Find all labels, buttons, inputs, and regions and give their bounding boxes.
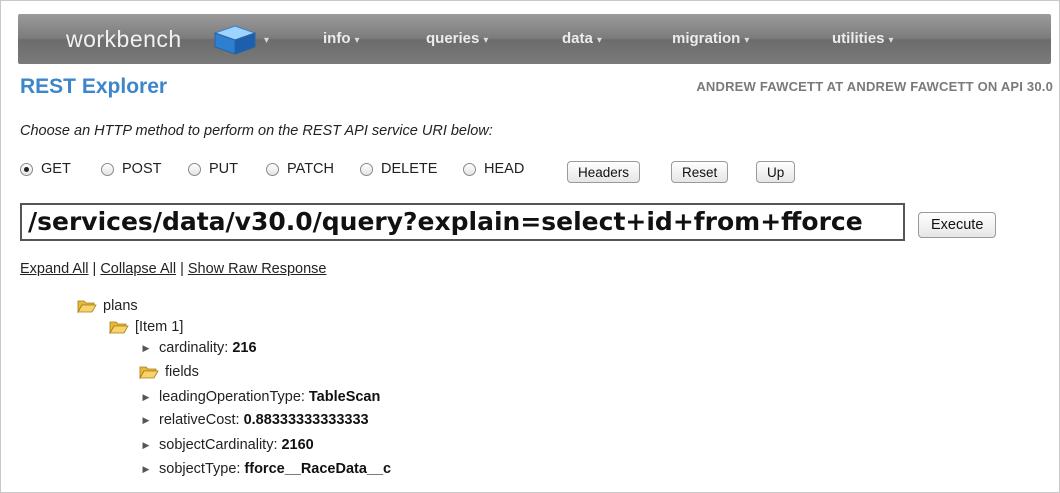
tree-node-cardinality[interactable]: ▶ cardinality: 216 bbox=[139, 340, 257, 356]
chevron-down-icon: ▾ bbox=[596, 35, 602, 46]
collapsed-arrow-icon: ▶ bbox=[142, 391, 150, 402]
tree-node-fields[interactable]: fields bbox=[139, 364, 199, 380]
method-get-radio[interactable]: GET bbox=[20, 161, 71, 177]
nav-queries-label: queries bbox=[426, 30, 480, 47]
tree-node-sobject-cardinality[interactable]: ▶ sobjectCardinality: 2160 bbox=[139, 437, 314, 453]
method-get-label: GET bbox=[41, 161, 71, 177]
page-title: REST Explorer bbox=[20, 75, 168, 98]
method-patch-label: PATCH bbox=[287, 161, 334, 177]
tree-key: relativeCost: bbox=[159, 412, 240, 428]
method-post-label: POST bbox=[122, 161, 162, 177]
nav-migration-label: migration bbox=[672, 30, 741, 47]
collapsed-arrow-icon: ▶ bbox=[142, 463, 150, 474]
execute-button[interactable]: Execute bbox=[918, 212, 997, 238]
radio-icon[interactable] bbox=[188, 162, 201, 176]
radio-icon[interactable] bbox=[463, 162, 476, 176]
radio-selected-icon[interactable] bbox=[20, 162, 33, 176]
tree-node-label: plans bbox=[103, 298, 138, 314]
method-delete-label: DELETE bbox=[381, 161, 438, 177]
nav-info-label: info bbox=[323, 30, 351, 47]
tree-key: leadingOperationType: bbox=[159, 389, 305, 405]
collapsed-arrow-icon: ▶ bbox=[142, 342, 150, 353]
tree-node-plans[interactable]: plans bbox=[77, 298, 138, 314]
chevron-down-icon: ▾ bbox=[744, 35, 750, 46]
tree-value: TableScan bbox=[308, 389, 381, 405]
method-head-radio[interactable]: HEAD bbox=[463, 161, 524, 177]
expand-all-link[interactable]: Expand All bbox=[20, 261, 89, 277]
folder-open-icon bbox=[109, 321, 129, 334]
chevron-down-icon: ▾ bbox=[888, 35, 894, 46]
method-head-label: HEAD bbox=[484, 161, 525, 177]
link-separator: | bbox=[180, 261, 184, 277]
collapse-all-link[interactable]: Collapse All bbox=[100, 261, 176, 277]
tree-key: sobjectCardinality: bbox=[159, 437, 278, 453]
show-raw-response-link[interactable]: Show Raw Response bbox=[188, 261, 327, 277]
tree-value: 216 bbox=[232, 340, 257, 356]
tree-key: sobjectType: bbox=[159, 461, 241, 477]
user-info: ANDREW FAWCETT AT ANDREW FAWCETT ON API … bbox=[696, 79, 1053, 94]
radio-icon[interactable] bbox=[101, 162, 114, 176]
nav-data[interactable]: data ▾ bbox=[562, 30, 602, 47]
chevron-down-icon: ▾ bbox=[354, 35, 360, 46]
tree-value: 0.88333333333333 bbox=[243, 412, 369, 428]
tree-value: 2160 bbox=[281, 437, 314, 453]
top-nav-bar: workbench ▾ info ▾ queries ▾ data ▾ migrati… bbox=[18, 14, 1051, 64]
nav-migration[interactable]: migration ▾ bbox=[672, 30, 749, 47]
tree-node-leading-operation-type[interactable]: ▶ leadingOperationType: TableScan bbox=[139, 389, 381, 405]
folder-open-icon bbox=[77, 300, 97, 313]
method-post-radio[interactable]: POST bbox=[101, 161, 161, 177]
tree-controls: Expand All | Collapse All | Show Raw Respons… bbox=[20, 261, 327, 277]
tree-node-sobject-type[interactable]: ▶ sobjectType: fforce__RaceData__c bbox=[139, 461, 392, 477]
tree-value: fforce__RaceData__c bbox=[244, 461, 392, 477]
nav-info[interactable]: info ▾ bbox=[323, 30, 360, 47]
chevron-down-icon: ▾ bbox=[483, 35, 489, 46]
tree-node-item-1[interactable]: [Item 1] bbox=[109, 319, 183, 335]
radio-icon[interactable] bbox=[360, 162, 373, 176]
instructions-text: Choose an HTTP method to perform on the … bbox=[20, 123, 493, 139]
method-put-label: PUT bbox=[209, 161, 238, 177]
reset-button[interactable]: Reset bbox=[671, 161, 729, 183]
nav-utilities[interactable]: utilities ▾ bbox=[832, 30, 894, 47]
method-put-radio[interactable]: PUT bbox=[188, 161, 238, 177]
logo-menu-caret-icon[interactable]: ▾ bbox=[264, 35, 269, 46]
method-delete-radio[interactable]: DELETE bbox=[360, 161, 437, 177]
collapsed-arrow-icon: ▶ bbox=[142, 414, 150, 425]
up-button[interactable]: Up bbox=[756, 161, 796, 183]
link-separator: | bbox=[92, 261, 97, 277]
tree-node-label: [Item 1] bbox=[135, 319, 184, 335]
method-patch-radio[interactable]: PATCH bbox=[266, 161, 334, 177]
radio-icon[interactable] bbox=[266, 162, 279, 176]
collapsed-arrow-icon: ▶ bbox=[142, 439, 150, 450]
uri-input[interactable]: /services/data/v30.0/query?explain=selec… bbox=[20, 203, 905, 241]
folder-open-icon bbox=[139, 366, 159, 379]
workbench-cube-icon bbox=[213, 25, 257, 55]
nav-queries[interactable]: queries ▾ bbox=[426, 30, 488, 47]
tree-node-label: fields bbox=[165, 364, 199, 380]
workbench-logo[interactable]: workbench bbox=[66, 26, 182, 53]
tree-node-relative-cost[interactable]: ▶ relativeCost: 0.88333333333333 bbox=[139, 412, 369, 428]
headers-button[interactable]: Headers bbox=[567, 161, 641, 183]
tree-key: cardinality: bbox=[159, 340, 229, 356]
nav-data-label: data bbox=[562, 30, 593, 47]
workbench-window: workbench ▾ info ▾ queries ▾ data ▾ migrati… bbox=[0, 0, 1060, 493]
nav-utilities-label: utilities bbox=[832, 30, 885, 47]
